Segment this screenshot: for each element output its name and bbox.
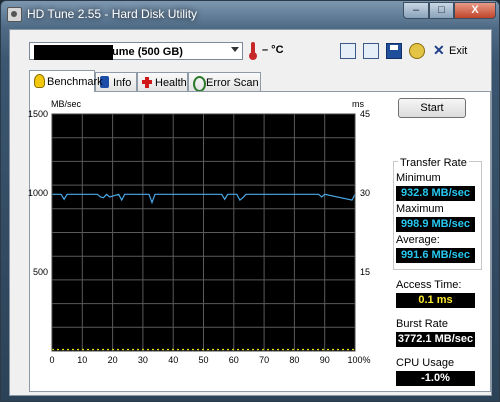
minimum-label: Minimum xyxy=(396,172,441,184)
lightbulb-icon xyxy=(34,74,45,88)
x-tick-label: 20 xyxy=(108,355,118,365)
x-tick-label: 40 xyxy=(168,355,178,365)
y-right-tick-label: 30 xyxy=(360,188,370,198)
client-area: Intel Raid 0 Volume (500 GB) – °C ✕ Exit… xyxy=(9,29,492,396)
x-tick-label: 50 xyxy=(198,355,208,365)
maximize-button[interactable]: □ xyxy=(429,2,454,19)
x-tick-label: 30 xyxy=(138,355,148,365)
x-tick-label: 70 xyxy=(259,355,269,365)
cpu-usage-label: CPU Usage xyxy=(396,357,455,369)
x-tick-label: 100% xyxy=(347,355,370,365)
app-icon xyxy=(7,7,22,22)
title-bar[interactable]: HD Tune 2.55 - Hard Disk Utility – □ X xyxy=(1,1,499,27)
y-axis-right-label: ms xyxy=(352,99,364,109)
maximum-value: 998.9 MB/sec xyxy=(396,217,475,232)
y-right-tick-label: 45 xyxy=(360,109,370,119)
x-tick-label: 80 xyxy=(289,355,299,365)
burst-rate-value: 3772.1 MB/sec xyxy=(396,332,475,347)
minimum-value: 932.8 MB/sec xyxy=(396,186,475,201)
tab-label: Benchmark xyxy=(47,76,103,88)
average-value: 991.6 MB/sec xyxy=(396,248,475,263)
x-tick-label: 90 xyxy=(320,355,330,365)
close-button[interactable]: X xyxy=(454,2,496,19)
x-tick-label: 0 xyxy=(49,355,54,365)
y-left-tick-label: 1500 xyxy=(28,109,48,119)
access-time-label: Access Time: xyxy=(396,279,462,291)
y-right-tick-label: 15 xyxy=(360,267,370,277)
app-window: HD Tune 2.55 - Hard Disk Utility – □ X I… xyxy=(0,0,500,402)
y-axis-left-label: MB/sec xyxy=(51,99,82,109)
x-tick-label: 60 xyxy=(229,355,239,365)
transfer-rate-title: Transfer Rate xyxy=(398,157,469,169)
x-tick-label: 10 xyxy=(77,355,87,365)
start-button[interactable]: Start xyxy=(398,98,466,118)
access-time-value: 0.1 ms xyxy=(396,293,475,308)
cpu-usage-value: -1.0% xyxy=(396,371,475,386)
average-label: Average: xyxy=(396,234,440,246)
window-title: HD Tune 2.55 - Hard Disk Utility xyxy=(27,7,198,21)
tab-benchmark[interactable]: Benchmark xyxy=(29,70,103,92)
y-left-tick-label: 1000 xyxy=(28,188,48,198)
burst-rate-label: Burst Rate xyxy=(396,318,448,330)
maximum-label: Maximum xyxy=(396,203,444,215)
y-left-tick-label: 500 xyxy=(33,267,48,277)
minimize-button[interactable]: – xyxy=(403,2,429,19)
